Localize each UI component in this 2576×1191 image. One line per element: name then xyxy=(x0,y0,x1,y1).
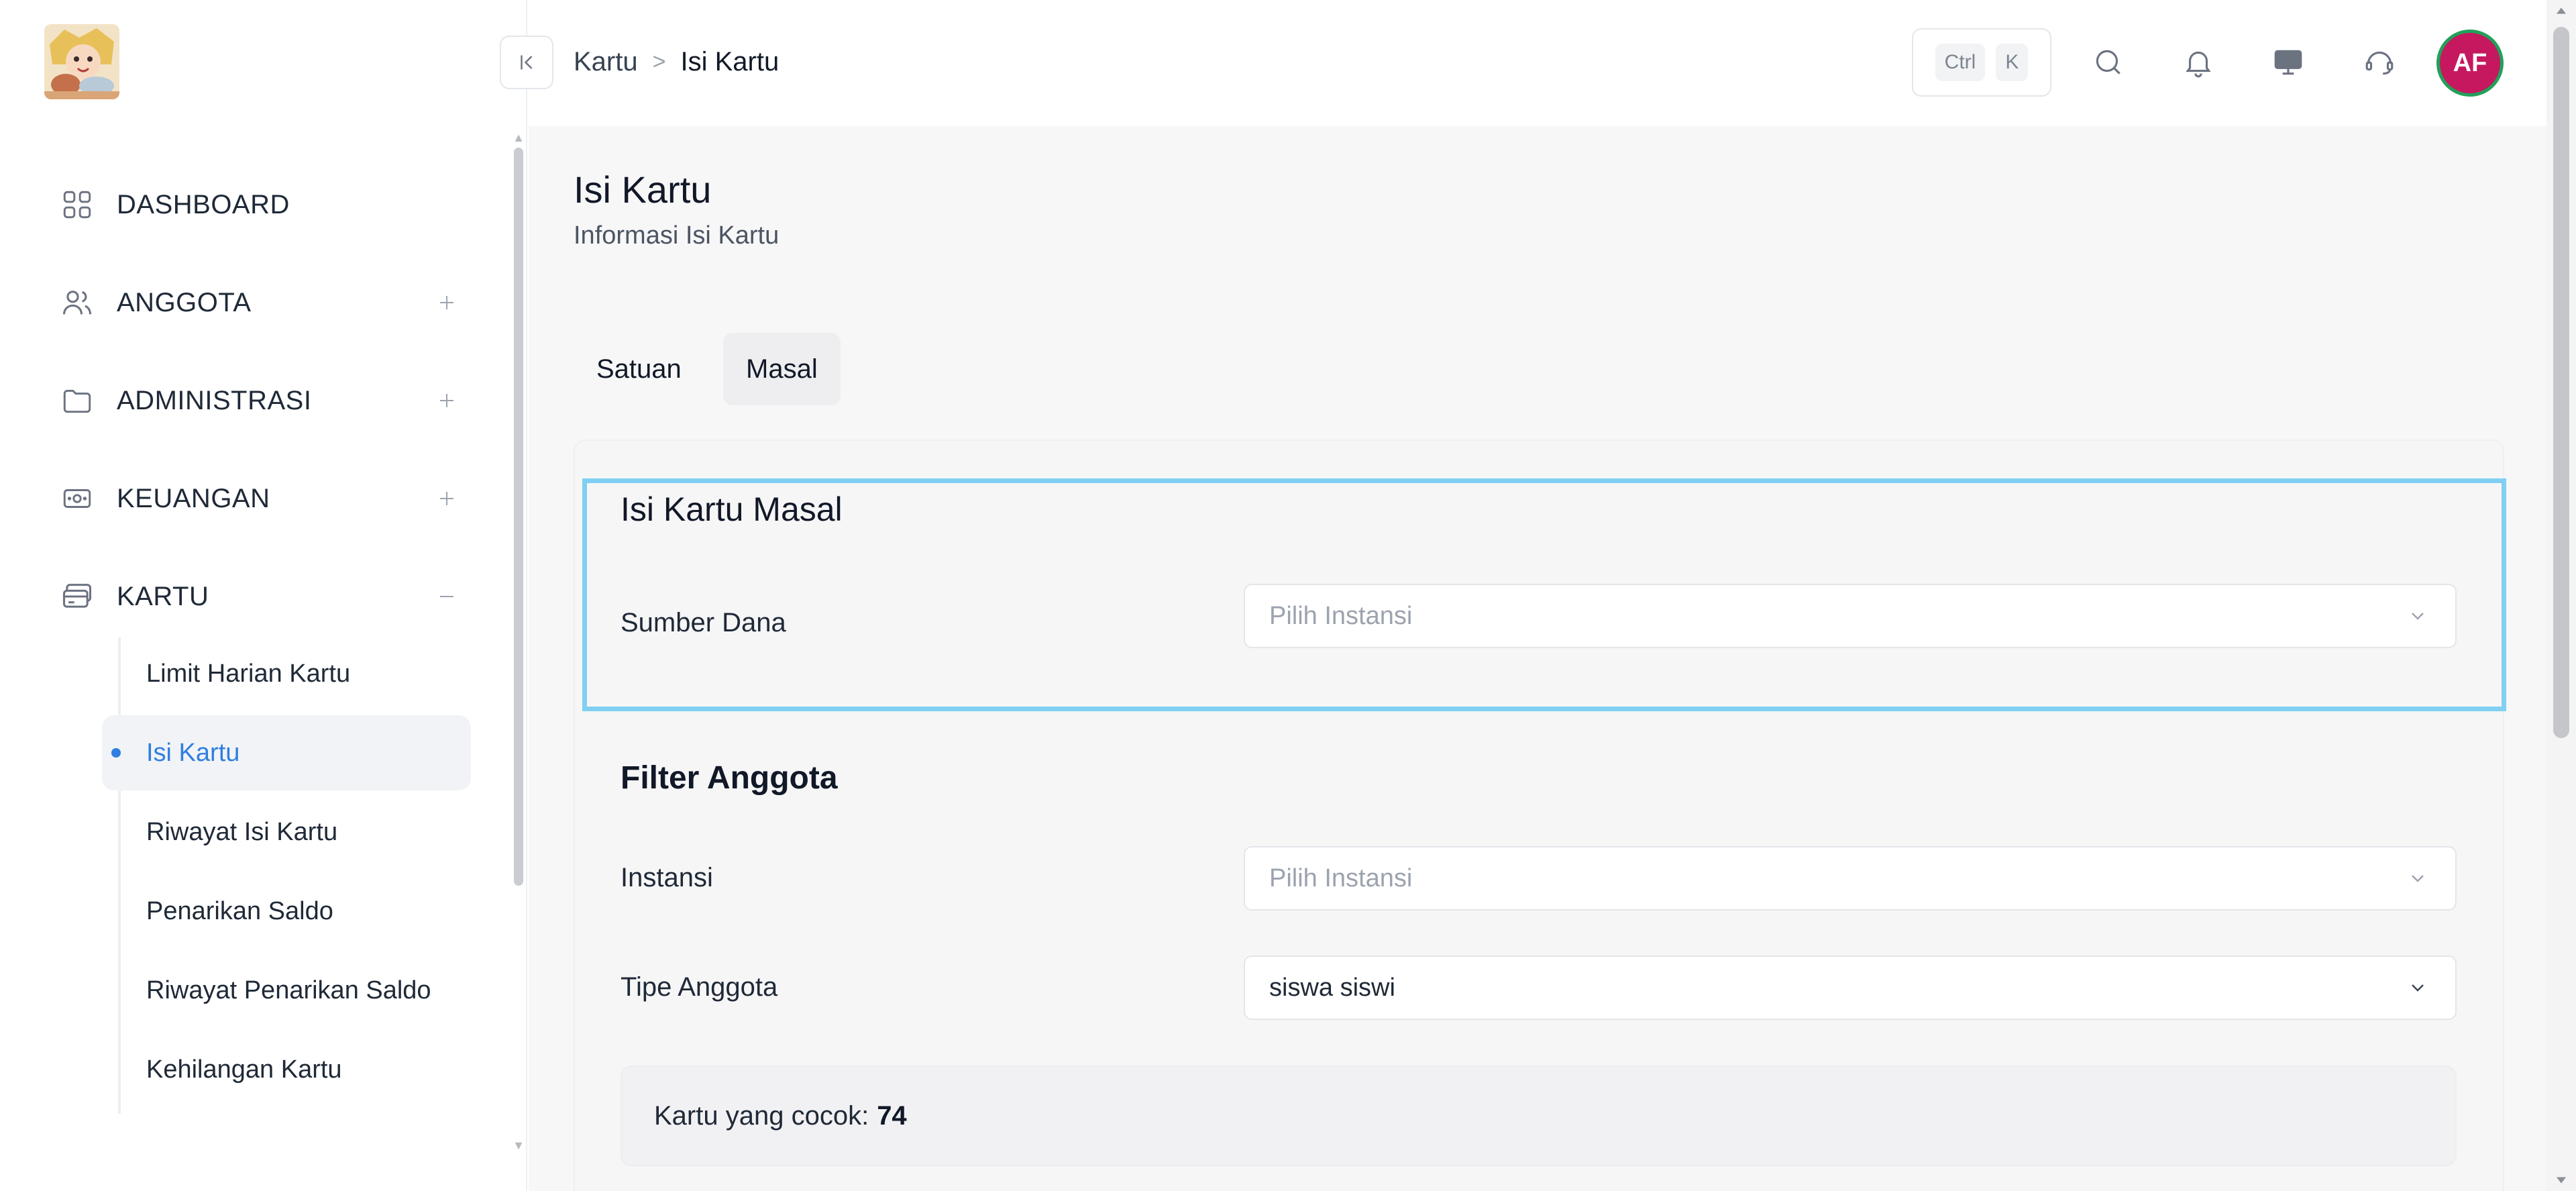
sidebar-nav: DASHBOARD ANGGOTA ADMINISTRASI KEUANGAN … xyxy=(0,127,500,1114)
select-tipe-anggota[interactable]: siswa siswi xyxy=(1244,955,2457,1020)
plus-icon[interactable] xyxy=(433,387,460,414)
plus-icon[interactable] xyxy=(433,485,460,512)
top-header xyxy=(527,0,2546,126)
matching-cards-count: 74 xyxy=(877,1100,907,1131)
sidebar-scroll-up-icon[interactable]: ▲ xyxy=(513,132,525,144)
chevron-right-icon: > xyxy=(652,48,666,74)
sidebar-item-label: DASHBOARD xyxy=(117,189,290,219)
subitem-label: Penarikan Saldo xyxy=(146,896,333,925)
sidebar-item-label: KEUANGAN xyxy=(117,483,270,513)
sidebar-subitem-penarikan-saldo[interactable]: Penarikan Saldo xyxy=(102,874,471,949)
breadcrumb-item-current: Isi Kartu xyxy=(680,46,780,76)
sidebar-scrollbar[interactable] xyxy=(514,148,523,886)
sidebar-item-anggota[interactable]: ANGGOTA xyxy=(58,266,460,340)
select-value: siswa siswi xyxy=(1269,973,1395,1002)
tab-masal[interactable]: Masal xyxy=(723,333,841,405)
section-title-isi-kartu-masal: Isi Kartu Masal xyxy=(621,490,843,528)
logo-image xyxy=(44,24,119,99)
plus-icon[interactable] xyxy=(433,289,460,316)
subitem-label: Riwayat Penarikan Saldo xyxy=(146,976,431,1004)
command-palette-button[interactable]: Ctrl K xyxy=(1912,28,2051,97)
matching-cards-box: Kartu yang cocok: 74 xyxy=(621,1066,2457,1166)
label-instansi: Instansi xyxy=(621,863,713,892)
headset-icon[interactable] xyxy=(2359,42,2400,83)
window-scroll-thumb[interactable] xyxy=(2553,27,2569,738)
label-tipe-anggota: Tipe Anggota xyxy=(621,972,778,1002)
breadcrumb-item-kartu[interactable]: Kartu xyxy=(574,47,638,77)
section-title-filter-anggota: Filter Anggota xyxy=(621,760,838,796)
sidebar: DASHBOARD ANGGOTA ADMINISTRASI KEUANGAN … xyxy=(0,0,527,1191)
kbd-ctrl: Ctrl xyxy=(1935,44,1986,81)
select-sumber-dana[interactable]: Pilih Instansi xyxy=(1244,584,2457,648)
active-dot-icon xyxy=(111,748,121,758)
card-icon xyxy=(58,577,97,616)
chevron-down-icon xyxy=(2412,613,2424,620)
select-instansi[interactable]: Pilih Instansi xyxy=(1244,846,2457,911)
sidebar-item-label: KARTU xyxy=(117,581,209,611)
avatar[interactable]: AF xyxy=(2436,30,2504,97)
sidebar-item-kartu[interactable]: KARTU xyxy=(58,560,460,633)
chevron-down-icon xyxy=(2412,984,2424,992)
subitem-label: Limit Harian Kartu xyxy=(146,659,351,688)
sidebar-subitem-riwayat-isi-kartu[interactable]: Riwayat Isi Kartu xyxy=(102,794,471,870)
sidebar-subitem-limit-harian-kartu[interactable]: Limit Harian Kartu xyxy=(102,636,471,711)
monitor-icon[interactable] xyxy=(2267,42,2309,83)
window-scrollbar[interactable] xyxy=(2546,0,2576,1191)
select-placeholder: Pilih Instansi xyxy=(1269,601,1413,630)
sidebar-subitem-isi-kartu[interactable]: Isi Kartu xyxy=(102,715,471,790)
sidebar-item-administrasi[interactable]: ADMINISTRASI xyxy=(58,364,460,437)
collapse-left-icon xyxy=(521,55,533,70)
collapse-sidebar-button[interactable] xyxy=(500,36,553,89)
subitem-label: Isi Kartu xyxy=(146,738,240,767)
sidebar-scroll-down-icon[interactable]: ▼ xyxy=(513,1139,525,1151)
matching-cards-label: Kartu yang cocok: xyxy=(654,1100,869,1131)
breadcrumb: Kartu > Isi Kartu xyxy=(574,42,779,82)
scroll-down-icon[interactable] xyxy=(2552,1171,2571,1190)
kbd-k: K xyxy=(1996,44,2029,81)
minus-icon[interactable] xyxy=(433,583,460,610)
sidebar-item-label: ADMINISTRASI xyxy=(117,385,312,415)
page-subtitle: Informasi Isi Kartu xyxy=(574,221,780,250)
sidebar-item-keuangan[interactable]: KEUANGAN xyxy=(58,462,460,535)
sidebar-subitem-riwayat-penarikan-saldo[interactable]: Riwayat Penarikan Saldo xyxy=(102,953,471,1028)
users-icon xyxy=(58,283,97,322)
subitem-label: Kehilangan Kartu xyxy=(146,1055,342,1084)
search-icon[interactable] xyxy=(2088,42,2129,83)
scroll-up-icon[interactable] xyxy=(2552,1,2571,20)
folder-icon xyxy=(58,381,97,420)
cash-icon xyxy=(58,479,97,518)
bell-icon[interactable] xyxy=(2178,42,2219,83)
chevron-down-icon xyxy=(2412,875,2424,882)
sidebar-item-label: ANGGOTA xyxy=(117,287,252,317)
sidebar-subitem-kehilangan-kartu[interactable]: Kehilangan Kartu xyxy=(102,1032,471,1107)
page-title: Isi Kartu xyxy=(574,168,712,211)
sidebar-item-dashboard[interactable]: DASHBOARD xyxy=(58,168,460,242)
app-logo[interactable] xyxy=(44,24,119,99)
tab-satuan[interactable]: Satuan xyxy=(574,333,704,405)
label-sumber-dana: Sumber Dana xyxy=(621,608,786,637)
grid-icon xyxy=(58,185,97,224)
subitem-label: Riwayat Isi Kartu xyxy=(146,817,338,846)
select-placeholder: Pilih Instansi xyxy=(1269,864,1413,892)
